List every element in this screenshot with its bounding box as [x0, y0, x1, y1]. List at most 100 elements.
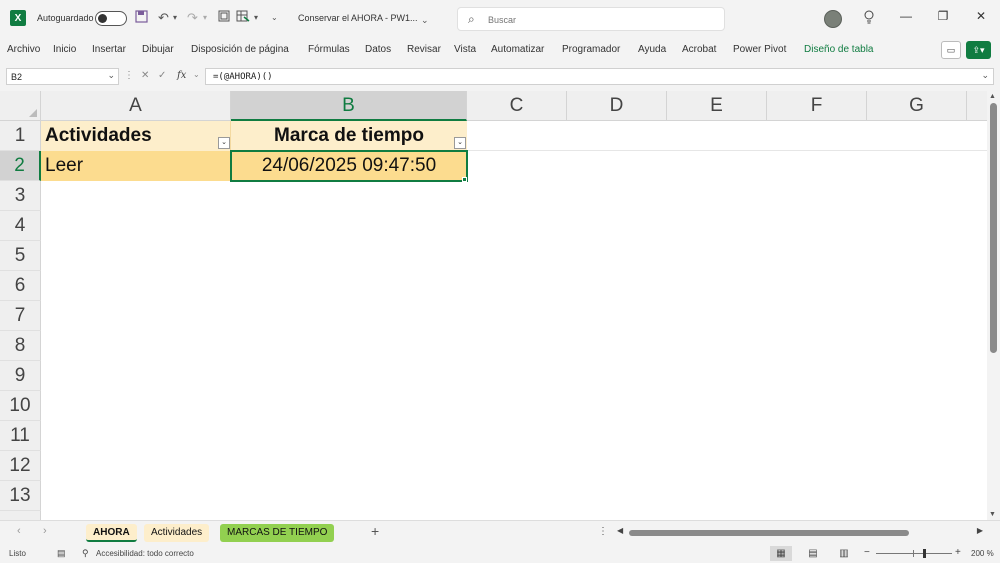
fx-dropdown-icon[interactable]: ⌄	[193, 70, 200, 79]
filter-dropdown-icon[interactable]: ⌄	[218, 137, 230, 149]
close-icon[interactable]: ✕	[971, 9, 991, 23]
tab-disposicion-de-pagina[interactable]: Disposición de página	[191, 44, 289, 55]
tab-dibujar[interactable]: Dibujar	[142, 44, 174, 55]
tab-vista[interactable]: Vista	[454, 44, 476, 55]
horizontal-scroll-thumb[interactable]	[629, 530, 909, 536]
search-box[interactable]: ⌕	[457, 7, 725, 31]
accessibility-icon[interactable]: ⚲	[82, 548, 89, 559]
customize-toolbar-icon[interactable]: ⌄	[271, 10, 278, 26]
column-header-c[interactable]: C	[467, 91, 567, 121]
name-box-dropdown-icon[interactable]: ⌄	[107, 70, 115, 81]
table-dropdown-icon[interactable]: ▾	[254, 10, 258, 26]
column-header-b[interactable]: B	[231, 91, 467, 121]
sheet-tab-marcas-de-tiempo[interactable]: MARCAS DE TIEMPO	[220, 524, 335, 542]
tab-acrobat[interactable]: Acrobat	[682, 44, 716, 55]
formula-expand-icon[interactable]: ⌄	[981, 70, 989, 81]
column-header-a[interactable]: A	[41, 91, 231, 121]
spreadsheet-grid[interactable]: A B C D E F G 1 2 3 4 5 6 7 8 9 10 11 12…	[0, 91, 987, 520]
name-box[interactable]: B2 ⌄	[6, 68, 119, 85]
column-header-g[interactable]: G	[867, 91, 967, 121]
enter-icon[interactable]: ✓	[158, 70, 166, 81]
tab-inicio[interactable]: Inicio	[53, 44, 76, 55]
tab-programador[interactable]: Programador	[562, 44, 620, 55]
vertical-scrollbar[interactable]: ▲ ▼	[987, 91, 1000, 520]
column-header-f[interactable]: F	[767, 91, 867, 121]
sheet-tab-actividades[interactable]: Actividades	[144, 524, 210, 542]
row-header-4[interactable]: 4	[0, 211, 41, 241]
row-header-2[interactable]: 2	[0, 151, 41, 181]
form-icon[interactable]	[218, 10, 230, 26]
minimize-icon[interactable]: —	[896, 9, 916, 23]
tab-datos[interactable]: Datos	[365, 44, 391, 55]
cell-a2[interactable]: Leer	[41, 151, 231, 181]
tab-power-pivot[interactable]: Power Pivot	[733, 44, 786, 55]
tab-insertar[interactable]: Insertar	[92, 44, 126, 55]
comment-icon[interactable]: ▭	[941, 41, 961, 59]
row-header-6[interactable]: 6	[0, 271, 41, 301]
cancel-icon[interactable]: ✕	[141, 70, 149, 81]
column-header-e[interactable]: E	[667, 91, 767, 121]
normal-view-icon[interactable]: ▦	[770, 546, 792, 561]
tab-automatizar[interactable]: Automatizar	[491, 44, 544, 55]
tab-ayuda[interactable]: Ayuda	[638, 44, 666, 55]
column-header-d[interactable]: D	[567, 91, 667, 121]
row-header-7[interactable]: 7	[0, 301, 41, 331]
select-all-corner[interactable]	[0, 91, 41, 121]
tab-options-icon[interactable]: ⋮	[598, 526, 608, 537]
row-header-11[interactable]: 11	[0, 421, 41, 451]
scroll-down-icon[interactable]: ▼	[989, 511, 996, 518]
tab-formulas[interactable]: Fórmulas	[308, 44, 350, 55]
share-icon[interactable]: ⇪▾	[966, 41, 991, 59]
zoom-slider[interactable]	[876, 553, 952, 554]
tab-revisar[interactable]: Revisar	[407, 44, 441, 55]
avatar[interactable]	[824, 10, 842, 28]
tab-archivo[interactable]: Archivo	[7, 44, 40, 55]
restore-icon[interactable]: ❐	[933, 9, 953, 23]
table-icon[interactable]	[236, 10, 250, 26]
zoom-level[interactable]: 200 %	[971, 549, 994, 558]
scroll-left-icon[interactable]: ◀	[617, 526, 623, 535]
horizontal-scrollbar[interactable]: ◀ ▶	[617, 526, 983, 539]
row-header-14[interactable]	[0, 511, 41, 520]
page-break-view-icon[interactable]: ▥	[833, 546, 855, 561]
row-header-5[interactable]: 5	[0, 241, 41, 271]
macro-record-icon[interactable]: ▤	[57, 548, 66, 559]
sheet-tab-ahora[interactable]: AHORA	[86, 524, 137, 542]
scroll-up-icon[interactable]: ▲	[989, 93, 996, 100]
row-header-12[interactable]: 12	[0, 451, 41, 481]
search-input[interactable]	[488, 12, 708, 27]
redo-icon[interactable]: ↷	[187, 10, 198, 26]
tab-diseno-de-tabla[interactable]: Diseño de tabla	[804, 44, 874, 55]
add-sheet-icon[interactable]: +	[371, 523, 379, 539]
lightbulb-icon[interactable]	[863, 10, 875, 28]
status-accessibility[interactable]: Accesibilidad: todo correcto	[96, 549, 194, 558]
row-header-10[interactable]: 10	[0, 391, 41, 421]
vertical-scroll-thumb[interactable]	[990, 103, 997, 353]
sheet-prev-icon[interactable]: ‹	[17, 525, 21, 537]
title-chevron-down-icon[interactable]: ⌄	[421, 12, 429, 28]
column-header-next[interactable]	[967, 91, 987, 121]
formula-input[interactable]: =(@AHORA)() ⌄	[205, 68, 994, 85]
document-title[interactable]: Conservar el AHORA - PW1...	[298, 13, 418, 23]
redo-dropdown-icon[interactable]: ▾	[203, 10, 207, 26]
fill-handle[interactable]	[462, 177, 467, 182]
undo-dropdown-icon[interactable]: ▾	[173, 10, 177, 26]
row-header-13[interactable]: 13	[0, 481, 41, 511]
zoom-slider-thumb[interactable]	[923, 549, 926, 558]
row-header-3[interactable]: 3	[0, 181, 41, 211]
save-icon[interactable]	[135, 10, 148, 27]
sheet-next-icon[interactable]: ›	[43, 525, 47, 537]
fx-icon[interactable]: fx	[177, 70, 186, 81]
more-options-icon[interactable]: ⋮	[124, 70, 134, 81]
scroll-right-icon[interactable]: ▶	[977, 526, 983, 535]
row-header-9[interactable]: 9	[0, 361, 41, 391]
page-layout-view-icon[interactable]: ▤	[802, 546, 824, 561]
row-header-8[interactable]: 8	[0, 331, 41, 361]
filter-dropdown-icon[interactable]: ⌄	[454, 137, 466, 149]
row-header-1[interactable]: 1	[0, 121, 41, 151]
zoom-out-icon[interactable]: −	[864, 547, 870, 558]
undo-icon[interactable]: ↶	[158, 10, 169, 26]
table-header-marca-de-tiempo[interactable]: Marca de tiempo	[231, 121, 467, 151]
zoom-in-icon[interactable]: +	[955, 547, 961, 558]
autosave-toggle[interactable]	[95, 11, 127, 26]
